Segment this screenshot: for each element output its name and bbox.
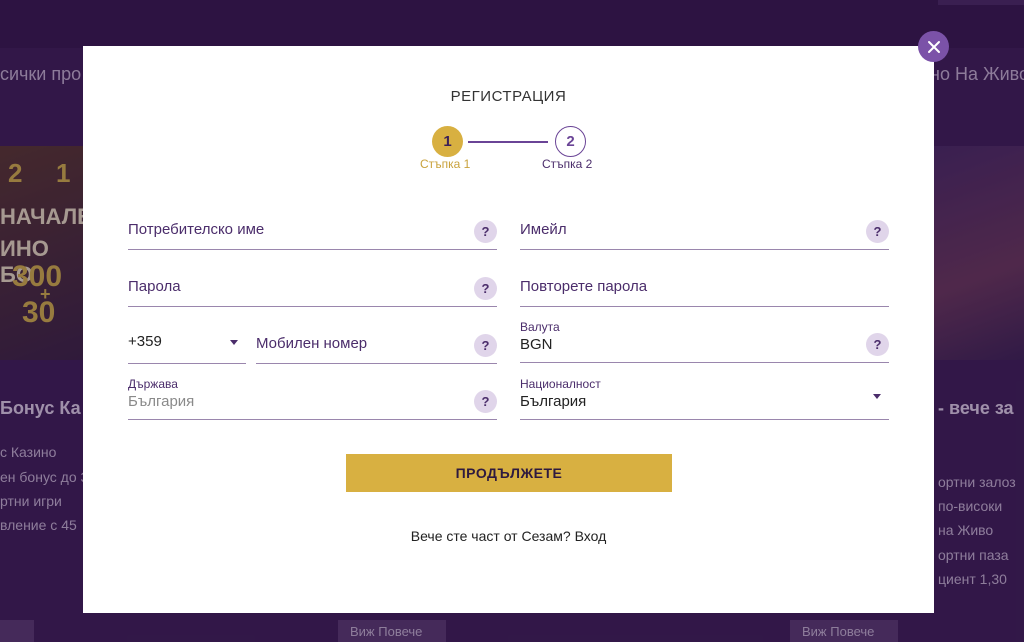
currency-field[interactable]: Валута BGN ? xyxy=(520,320,889,363)
username-field[interactable]: Потребителско име ? xyxy=(128,208,497,250)
nationality-label: Националност xyxy=(520,377,601,391)
currency-value: BGN xyxy=(520,336,553,353)
password-placeholder: Парола xyxy=(128,278,181,295)
nationality-value: България xyxy=(520,393,587,410)
currency-label: Валута xyxy=(520,320,560,334)
password-field[interactable]: Парола ? xyxy=(128,265,497,307)
step-2-label: Стъпка 2 xyxy=(542,157,593,171)
country-label: Държава xyxy=(128,377,178,391)
mobile-number-placeholder: Мобилен номер xyxy=(256,335,368,352)
nationality-select[interactable]: Националност България xyxy=(520,377,889,420)
username-help-icon[interactable]: ? xyxy=(474,220,497,243)
email-help-icon[interactable]: ? xyxy=(866,220,889,243)
modal-title: РЕГИСТРАЦИЯ xyxy=(450,88,567,105)
repeat-password-field[interactable]: Повторете парола xyxy=(520,265,889,307)
mobile-number-field[interactable]: Мобилен номер ? xyxy=(256,322,497,364)
close-button[interactable] xyxy=(918,31,949,62)
login-link[interactable]: Вече сте част от Сезам? Вход xyxy=(83,528,934,544)
chevron-down-icon xyxy=(230,340,238,345)
step-2-indicator: 2 xyxy=(555,126,586,157)
registration-modal: РЕГИСТРАЦИЯ 1 2 Стъпка 1 Стъпка 2 Потреб… xyxy=(83,46,934,613)
step-connector xyxy=(468,141,548,143)
step-1-indicator: 1 xyxy=(432,126,463,157)
phone-code-select[interactable]: +359 xyxy=(128,322,246,364)
chevron-down-icon xyxy=(873,394,881,399)
phone-code-value: +359 xyxy=(128,333,162,350)
country-help-icon[interactable]: ? xyxy=(474,390,497,413)
continue-button[interactable]: ПРОДЪЛЖЕТЕ xyxy=(346,454,672,492)
country-field[interactable]: Държава България ? xyxy=(128,377,497,420)
repeat-password-placeholder: Повторете парола xyxy=(520,278,648,295)
email-placeholder: Имейл xyxy=(520,221,567,238)
close-icon xyxy=(927,40,940,53)
mobile-help-icon[interactable]: ? xyxy=(474,334,497,357)
country-value: България xyxy=(128,393,195,410)
currency-help-icon[interactable]: ? xyxy=(866,333,889,356)
username-placeholder: Потребителско име xyxy=(128,221,265,238)
registration-stepper: 1 2 Стъпка 1 Стъпка 2 xyxy=(420,126,620,176)
email-field[interactable]: Имейл ? xyxy=(520,208,889,250)
password-help-icon[interactable]: ? xyxy=(474,277,497,300)
step-1-label: Стъпка 1 xyxy=(420,157,471,171)
